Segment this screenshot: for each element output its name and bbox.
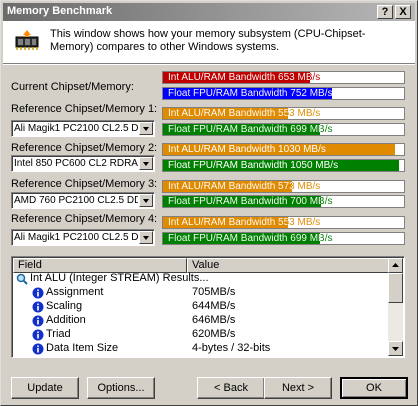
reference-3-int-bar-text: Int ALU/RAM Bandwidth 573 MB/s [168,181,321,192]
reference-1-int-bar: Int ALU/RAM Bandwidth 553 MB/s [162,107,405,120]
reference-1-float-bar: Float FPU/RAM Bandwidth 699 MB/s [162,123,405,136]
results-group-row[interactable]: Int ALU (Integer STREAM) Results... [14,272,388,286]
scroll-up-button[interactable] [388,258,403,273]
field-value: 620MB/s [192,328,236,340]
window-title: Memory Benchmark [7,5,113,17]
reference-4-label: Reference Chipset/Memory 4: [11,213,158,225]
chevron-down-icon[interactable] [139,194,153,207]
field-name: Data Item Size [46,342,119,354]
header-separator [3,63,415,65]
column-header-value[interactable]: Value [187,258,389,273]
list-item[interactable]: Addition 646MB/s [14,314,388,328]
update-button[interactable]: Update [11,377,79,399]
reference-3-int-bar: Int ALU/RAM Bandwidth 573 MB/s [162,180,405,193]
results-list-view[interactable]: Field Value Int ALU (Integer STREAM) Res… [11,256,405,358]
chevron-down-icon[interactable] [139,157,153,170]
field-name: Triad [46,328,71,340]
field-name: Assignment [46,286,104,298]
reference-2-label: Reference Chipset/Memory 2: [11,142,158,154]
current-chipset-label: Current Chipset/Memory: [11,81,134,93]
next-button[interactable]: Next > [264,377,332,399]
reference-4-selected-value: Ali Magik1 PC2100 CL2.5 DDR [14,232,138,243]
reference-1-selected-value: Ali Magik1 PC2100 CL2.5 DDR [14,123,138,134]
memory-chip-icon [13,28,41,57]
field-value: 705MB/s [192,286,236,298]
reference-2-float-bar-text: Float FPU/RAM Bandwidth 1050 MB/s [168,160,339,171]
current-int-bar: Int ALU/RAM Bandwidth 653 MB/s [162,71,405,84]
reference-4-int-bar: Int ALU/RAM Bandwidth 553 MB/s [162,216,405,229]
current-float-bar: Float FPU/RAM Bandwidth 752 MB/s [162,87,405,100]
reference-1-label: Reference Chipset/Memory 1: [11,103,158,115]
options-button[interactable]: Options... [87,377,155,399]
field-name: Addition [46,314,86,326]
reference-2-select[interactable]: Intel 850 PC600 CL2 RDRAM [11,155,155,172]
reference-1-select[interactable]: Ali Magik1 PC2100 CL2.5 DDR [11,120,155,137]
chevron-down-icon[interactable] [139,122,153,135]
reference-4-float-bar: Float FPU/RAM Bandwidth 699 MB/s [162,232,405,245]
column-header-field[interactable]: Field [13,258,187,273]
list-item[interactable]: Data Item Size 4-bytes / 32-bits [14,342,388,356]
reference-1-float-bar-text: Float FPU/RAM Bandwidth 699 MB/s [168,124,333,135]
scroll-thumb[interactable] [388,273,403,303]
reference-3-select[interactable]: AMD 760 PC2100 CL2.5 DDR [11,192,155,209]
results-group-label: Int ALU (Integer STREAM) Results... [30,272,209,284]
header-description: This window shows how your memory subsys… [50,28,366,53]
reference-4-select[interactable]: Ali Magik1 PC2100 CL2.5 DDR [11,229,155,246]
scroll-down-button[interactable] [388,341,403,356]
current-float-bar-text: Float FPU/RAM Bandwidth 752 MB/s [168,88,333,99]
back-button[interactable]: < Back [197,377,265,399]
memory-benchmark-window: Memory Benchmark ? X This window shows h… [0,0,418,406]
list-item[interactable]: Triad 620MB/s [14,328,388,342]
help-button[interactable]: ? [377,5,393,19]
vertical-scrollbar[interactable] [388,258,403,356]
field-name: Scaling [46,300,83,312]
field-value: 644MB/s [192,300,236,312]
field-value: 646MB/s [192,314,236,326]
chevron-down-icon [392,347,399,351]
chevron-up-icon [392,263,399,267]
close-button[interactable]: X [395,5,411,19]
reference-2-selected-value: Intel 850 PC600 CL2 RDRAM [14,158,138,169]
field-value: 4-bytes / 32-bits [192,342,271,354]
reference-3-float-bar: Float FPU/RAM Bandwidth 700 MB/s [162,195,405,208]
chevron-down-icon[interactable] [139,231,153,244]
info-icon [32,343,44,357]
reference-3-float-bar-text: Float FPU/RAM Bandwidth 700 MB/s [168,196,333,207]
ok-button[interactable]: OK [340,377,408,399]
reference-3-selected-value: AMD 760 PC2100 CL2.5 DDR [14,195,138,206]
list-item[interactable]: Scaling 644MB/s [14,300,388,314]
reference-2-int-bar-text: Int ALU/RAM Bandwidth 1030 MB/s [168,144,326,155]
reference-3-label: Reference Chipset/Memory 3: [11,178,158,190]
current-int-bar-text: Int ALU/RAM Bandwidth 653 MB/s [168,72,321,83]
reference-4-float-bar-text: Float FPU/RAM Bandwidth 699 MB/s [168,233,333,244]
reference-1-int-bar-text: Int ALU/RAM Bandwidth 553 MB/s [168,108,321,119]
title-bar: Memory Benchmark ? X [3,3,415,21]
header-panel: This window shows how your memory subsys… [3,21,415,63]
reference-2-float-bar: Float FPU/RAM Bandwidth 1050 MB/s [162,159,405,172]
reference-2-int-bar: Int ALU/RAM Bandwidth 1030 MB/s [162,143,405,156]
list-item[interactable]: Assignment 705MB/s [14,286,388,300]
reference-4-int-bar-text: Int ALU/RAM Bandwidth 553 MB/s [168,217,321,228]
